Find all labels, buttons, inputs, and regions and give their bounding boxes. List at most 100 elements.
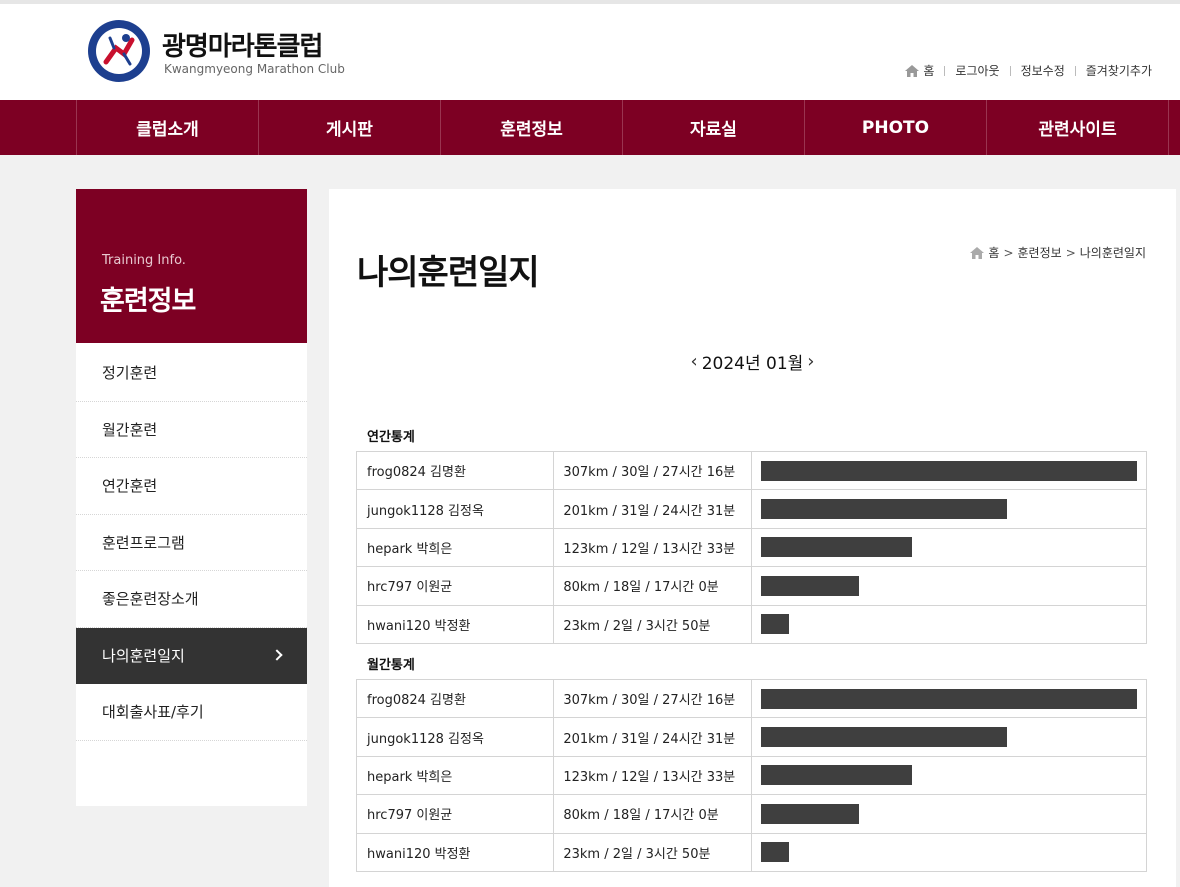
distance-bar — [761, 803, 859, 824]
sidebar-menu: 정기훈련 월간훈련 연간훈련 훈련프로그램 좋은훈련장소개 나의훈련일지 대회출… — [76, 345, 307, 741]
bookmark-link[interactable]: 즐겨찾기추가 — [1076, 62, 1162, 79]
utility-links: 홈 로그아웃 정보수정 즐겨찾기추가 — [895, 62, 1162, 79]
sidebar-item-regular-training[interactable]: 정기훈련 — [76, 345, 307, 402]
training-summary: 201km / 31일 / 24시간 31분 — [553, 717, 752, 757]
member-name: frog0824 김명환 — [355, 678, 555, 719]
distance-bar-cell — [751, 717, 1147, 757]
marathon-logo-icon — [88, 20, 150, 82]
distance-bar-cell — [751, 489, 1147, 529]
stats-table: frog0824 김명환 307km / 30일 / 27시간 16분 jungok… — [355, 678, 1147, 872]
training-summary: 80km / 18일 / 17시간 0분 — [553, 794, 752, 834]
distance-bar-track — [761, 537, 1137, 558]
distance-bar-track — [761, 460, 1137, 481]
main-content: 나의훈련일지 홈 > 훈련정보 > 나의훈련일지 ‹ 2024년 01월 › 연… — [329, 189, 1176, 887]
distance-bar-cell — [751, 678, 1147, 719]
chevron-right-icon — [271, 649, 283, 661]
table-row: hepark 박희은 123km / 12일 / 13시간 33분 — [355, 527, 1147, 568]
sidebar-item-race-reviews[interactable]: 대회출사표/후기 — [76, 684, 307, 741]
sidebar-header: Training Info. 훈련정보 — [76, 189, 307, 343]
table-row: hwani120 박정환 23km / 2일 / 3시간 50분 — [355, 832, 1147, 872]
distance-bar-track — [761, 614, 1137, 635]
table-row: hrc797 이원균 80km / 18일 / 17시간 0분 — [355, 794, 1147, 834]
table-row: frog0824 김명환 307km / 30일 / 27시간 16분 — [355, 450, 1147, 491]
logout-link[interactable]: 로그아웃 — [945, 62, 1009, 79]
edit-profile-link[interactable]: 정보수정 — [1011, 62, 1075, 79]
sidebar: Training Info. 훈련정보 정기훈련 월간훈련 연간훈련 훈련프로그… — [76, 189, 307, 806]
home-icon — [970, 246, 985, 259]
distance-bar-track — [761, 499, 1137, 520]
distance-bar — [761, 727, 1007, 748]
nav-item-related-sites[interactable]: 관련사이트 — [987, 100, 1169, 155]
nav-item-photo[interactable]: PHOTO — [805, 100, 987, 155]
distance-bar — [761, 688, 1137, 709]
distance-bar — [761, 842, 789, 863]
training-summary: 123km / 12일 / 13시간 33분 — [553, 755, 752, 796]
breadcrumb-home[interactable]: 홈 — [988, 244, 999, 261]
distance-bar-track — [761, 765, 1137, 786]
breadcrumb-separator-icon: > — [1065, 245, 1076, 260]
training-summary: 201km / 31일 / 24시간 31분 — [553, 489, 752, 529]
distance-bar-track — [761, 688, 1137, 709]
training-summary: 123km / 12일 / 13시간 33분 — [553, 527, 752, 568]
table-row: hepark 박희은 123km / 12일 / 13시간 33분 — [355, 755, 1147, 796]
site-logo[interactable]: 광명마라톤클럽 Kwangmyeong Marathon Club — [84, 18, 345, 84]
main-nav: 클럽소개 게시판 훈련정보 자료실 PHOTO 관련사이트 — [0, 100, 1180, 155]
distance-bar-cell — [751, 527, 1147, 568]
table-row: jungok1128 김정옥 201km / 31일 / 24시간 31분 — [355, 717, 1147, 757]
distance-bar — [761, 460, 1137, 481]
table-row: jungok1128 김정옥 201km / 31일 / 24시간 31분 — [355, 489, 1147, 529]
member-name: hrc797 이원균 — [355, 566, 555, 606]
logo-title: 광명마라톤클럽 — [162, 32, 323, 62]
breadcrumb-training-info[interactable]: 훈련정보 — [1018, 244, 1062, 261]
member-name: hwani120 박정환 — [355, 832, 555, 872]
training-summary: 23km / 2일 / 3시간 50분 — [553, 604, 752, 644]
distance-bar — [761, 614, 789, 635]
sidebar-item-yearly-training[interactable]: 연간훈련 — [76, 458, 307, 515]
sidebar-header-en: Training Info. — [102, 253, 186, 268]
sidebar-item-training-program[interactable]: 훈련프로그램 — [76, 515, 307, 571]
logo-subtitle: Kwangmyeong Marathon Club — [164, 62, 345, 76]
table-row: hrc797 이원균 80km / 18일 / 17시간 0분 — [355, 566, 1147, 606]
breadcrumb-separator-icon: > — [1003, 245, 1014, 260]
home-icon — [905, 64, 920, 77]
site-header: 광명마라톤클럽 Kwangmyeong Marathon Club 홈 로그아웃… — [0, 0, 1180, 100]
table-row: frog0824 김명환 307km / 30일 / 27시간 16분 — [355, 678, 1147, 719]
section-label: 연간통계 — [367, 430, 415, 445]
sidebar-item-my-training-log[interactable]: 나의훈련일지 — [76, 627, 307, 684]
sidebar-item-monthly-training[interactable]: 월간훈련 — [76, 402, 307, 458]
sidebar-item-training-places[interactable]: 좋은훈련장소개 — [76, 571, 307, 628]
distance-bar-cell — [751, 794, 1147, 834]
member-name: frog0824 김명환 — [355, 450, 555, 491]
home-link-label: 홈 — [923, 64, 935, 78]
table-row: hwani120 박정환 23km / 2일 / 3시간 50분 — [355, 604, 1147, 644]
distance-bar — [761, 499, 1007, 520]
training-summary: 307km / 30일 / 27시간 16분 — [553, 678, 752, 719]
nav-item-board[interactable]: 게시판 — [259, 100, 441, 155]
distance-bar-track — [761, 842, 1137, 863]
member-name: hwani120 박정환 — [355, 604, 555, 644]
next-month-icon[interactable]: › — [807, 351, 814, 372]
home-link[interactable]: 홈 — [895, 62, 944, 79]
distance-bar-cell — [751, 566, 1147, 606]
stats-table: frog0824 김명환 307km / 30일 / 27시간 16분 jungok… — [355, 450, 1147, 644]
breadcrumb: 홈 > 훈련정보 > 나의훈련일지 — [970, 244, 1146, 261]
member-name: hepark 박희은 — [355, 527, 555, 568]
distance-bar — [761, 575, 859, 596]
nav-item-archive[interactable]: 자료실 — [623, 100, 805, 155]
training-summary: 80km / 18일 / 17시간 0분 — [553, 566, 752, 606]
distance-bar — [761, 537, 912, 558]
distance-bar-cell — [751, 450, 1147, 491]
member-name: hepark 박희은 — [355, 755, 555, 796]
prev-month-icon[interactable]: ‹ — [691, 351, 698, 372]
section-label: 월간통계 — [367, 658, 415, 673]
member-name: jungok1128 김정옥 — [355, 489, 555, 529]
month-navigator: ‹ 2024년 01월 › — [329, 349, 1176, 374]
distance-bar — [761, 765, 912, 786]
distance-bar-track — [761, 727, 1137, 748]
training-summary: 307km / 30일 / 27시간 16분 — [553, 450, 752, 491]
distance-bar-track — [761, 803, 1137, 824]
distance-bar-cell — [751, 604, 1147, 644]
nav-item-training-info[interactable]: 훈련정보 — [441, 100, 623, 155]
nav-item-club-intro[interactable]: 클럽소개 — [77, 100, 259, 155]
training-summary: 23km / 2일 / 3시간 50분 — [553, 832, 752, 872]
